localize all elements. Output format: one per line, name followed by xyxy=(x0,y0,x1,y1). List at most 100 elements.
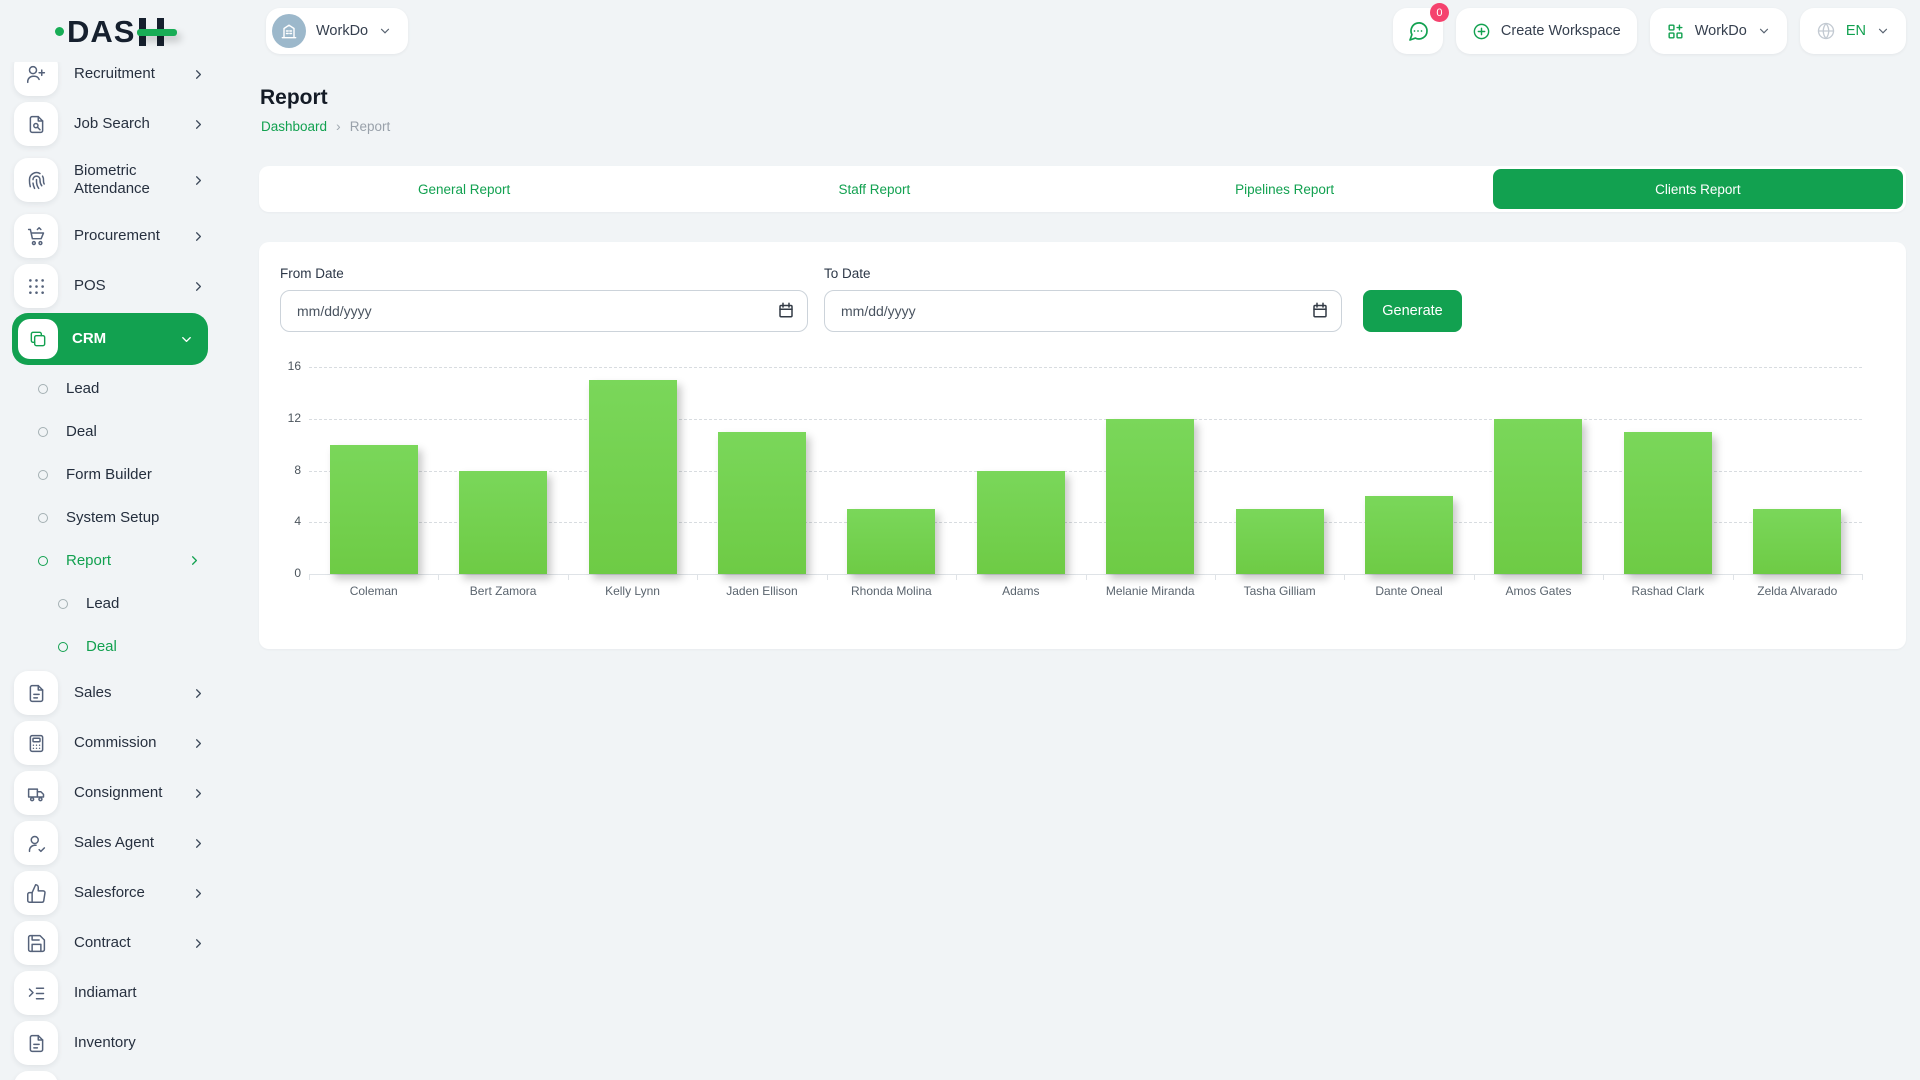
chevron-right-icon xyxy=(191,229,206,244)
sidebar-item-pos[interactable]: POS xyxy=(0,261,218,311)
tab-staff-report[interactable]: Staff Report xyxy=(669,166,1079,212)
chevron-right-icon xyxy=(191,786,206,801)
create-workspace-button[interactable]: Create Workspace xyxy=(1456,8,1637,54)
chart-x-category-label: Rashad Clark xyxy=(1603,584,1732,598)
tab-pipelines-report[interactable]: Pipelines Report xyxy=(1080,166,1490,212)
chart-gridline xyxy=(309,419,1862,420)
chart-bar-coleman[interactable] xyxy=(330,445,418,574)
chart-y-tick-label: 4 xyxy=(265,514,301,528)
tab-clients-report[interactable]: Clients Report xyxy=(1493,169,1903,209)
sidebar-item-system-setup[interactable]: System Setup xyxy=(0,496,218,539)
sidebar-item-label: Sales Agent xyxy=(74,834,191,852)
chart-x-tick xyxy=(697,574,698,580)
sidebar-item-biometric-attendance[interactable]: Biometric Attendance xyxy=(0,149,218,211)
consignment-icon xyxy=(14,771,58,815)
sidebar-item-commission[interactable]: Commission xyxy=(0,718,218,768)
breadcrumb-dashboard-link[interactable]: Dashboard xyxy=(261,119,327,134)
sidebar-item-label: Consignment xyxy=(74,784,191,802)
commission-icon xyxy=(14,721,58,765)
sidebar-item-form-builder[interactable]: Form Builder xyxy=(0,453,218,496)
chevron-right-icon xyxy=(191,279,206,294)
chevron-down-icon xyxy=(179,332,194,347)
bullet-circle-icon xyxy=(38,513,48,523)
item-icon xyxy=(14,1071,58,1080)
chart-x-tick xyxy=(1603,574,1604,580)
sidebar-item-inventory[interactable]: Inventory xyxy=(0,1018,218,1068)
indiamart-icon xyxy=(14,971,58,1015)
sidebar-item-indiamart[interactable]: Indiamart xyxy=(0,968,218,1018)
sidebar-item-crm[interactable]: CRM xyxy=(12,313,208,365)
sales-icon xyxy=(14,671,58,715)
sidebar-item-recruitment[interactable]: Recruitment xyxy=(0,62,218,99)
sidebar-item-deal[interactable]: Deal xyxy=(0,410,218,453)
chart-bar-kelly-lynn[interactable] xyxy=(589,380,677,574)
create-workspace-label: Create Workspace xyxy=(1501,23,1621,39)
sidebar-item-label: Job Search xyxy=(74,115,191,133)
bullet-circle-icon xyxy=(38,556,48,566)
sidebar-item-consignment[interactable]: Consignment xyxy=(0,768,218,818)
account-dropdown[interactable]: WorkDo xyxy=(1650,8,1787,54)
messages-button[interactable]: 0 xyxy=(1393,8,1443,54)
sidebar-subitem-deal[interactable]: Deal xyxy=(0,625,218,668)
chevron-down-icon xyxy=(1876,24,1890,38)
sidebar-item-item[interactable] xyxy=(0,1068,218,1080)
chart-bar-zelda-alvarado[interactable] xyxy=(1753,509,1841,574)
report-card: From Date To Date Generate 0481216Colema… xyxy=(259,242,1906,649)
chart-x-category-label: Zelda Alvarado xyxy=(1733,584,1862,598)
chart-bar-dante-oneal[interactable] xyxy=(1365,496,1453,574)
sidebar-item-label: System Setup xyxy=(66,509,202,526)
chart-y-tick-label: 0 xyxy=(265,566,301,580)
workspace-avatar xyxy=(272,14,306,48)
chart-bar-tasha-gilliam[interactable] xyxy=(1236,509,1324,574)
chart-bar-rashad-clark[interactable] xyxy=(1624,432,1712,574)
language-selector[interactable]: EN xyxy=(1800,8,1906,54)
workspace-switcher[interactable]: WorkDo xyxy=(266,8,408,54)
sidebar-item-label: Deal xyxy=(86,638,202,655)
chart-bar-amos-gates[interactable] xyxy=(1494,419,1582,574)
report-tabs: General ReportStaff ReportPipelines Repo… xyxy=(259,166,1906,212)
chevron-right-icon xyxy=(191,117,206,132)
sidebar-item-report[interactable]: Report xyxy=(0,539,218,582)
chevron-right-icon xyxy=(191,886,206,901)
chart-y-tick-label: 8 xyxy=(265,463,301,477)
sidebar-item-contract[interactable]: Contract xyxy=(0,918,218,968)
account-name: WorkDo xyxy=(1695,23,1747,39)
chart-bar-bert-zamora[interactable] xyxy=(459,471,547,575)
chevron-right-icon xyxy=(191,686,206,701)
chart-gridline xyxy=(309,367,1862,368)
sidebar-item-salesforce[interactable]: Salesforce xyxy=(0,868,218,918)
breadcrumb: Dashboard › Report xyxy=(261,118,390,134)
sidebar-item-lead[interactable]: Lead xyxy=(0,367,218,410)
chart-x-tick xyxy=(568,574,569,580)
chart-bar-rhonda-molina[interactable] xyxy=(847,509,935,574)
chart-bar-melanie-miranda[interactable] xyxy=(1106,419,1194,574)
sidebar-item-procurement[interactable]: Procurement xyxy=(0,211,218,261)
chart-y-tick-label: 16 xyxy=(265,359,301,373)
chart-x-category-label: Kelly Lynn xyxy=(568,584,697,598)
sidebar-subitem-lead[interactable]: Lead xyxy=(0,582,218,625)
chevron-right-icon xyxy=(191,67,206,82)
sidebar-item-sales-agent[interactable]: Sales Agent xyxy=(0,818,218,868)
chart-bar-jaden-ellison[interactable] xyxy=(718,432,806,574)
sidebar-item-label: Commission xyxy=(74,734,191,752)
sidebar-item-job-search[interactable]: Job Search xyxy=(0,99,218,149)
chart-x-tick xyxy=(438,574,439,580)
chart-x-category-label: Coleman xyxy=(309,584,438,598)
sidebar-item-label: Form Builder xyxy=(66,466,202,483)
pos-icon xyxy=(14,264,58,308)
chevron-right-icon xyxy=(187,553,202,568)
tab-general-report[interactable]: General Report xyxy=(259,166,669,212)
chart-x-category-label: Tasha Gilliam xyxy=(1215,584,1344,598)
sidebar-item-sales[interactable]: Sales xyxy=(0,668,218,718)
sidebar-item-label: Salesforce xyxy=(74,884,191,902)
inventory-icon xyxy=(14,1021,58,1065)
chart-x-tick xyxy=(1086,574,1087,580)
chevron-down-icon xyxy=(1757,24,1771,38)
chart-bar-adams[interactable] xyxy=(977,471,1065,575)
sidebar-item-label: Biometric Attendance xyxy=(74,162,191,198)
bullet-circle-icon xyxy=(38,384,48,394)
recruitment-icon xyxy=(14,62,58,96)
workspace-name: WorkDo xyxy=(316,23,368,39)
plus-circle-icon xyxy=(1472,22,1491,41)
contract-icon xyxy=(14,921,58,965)
